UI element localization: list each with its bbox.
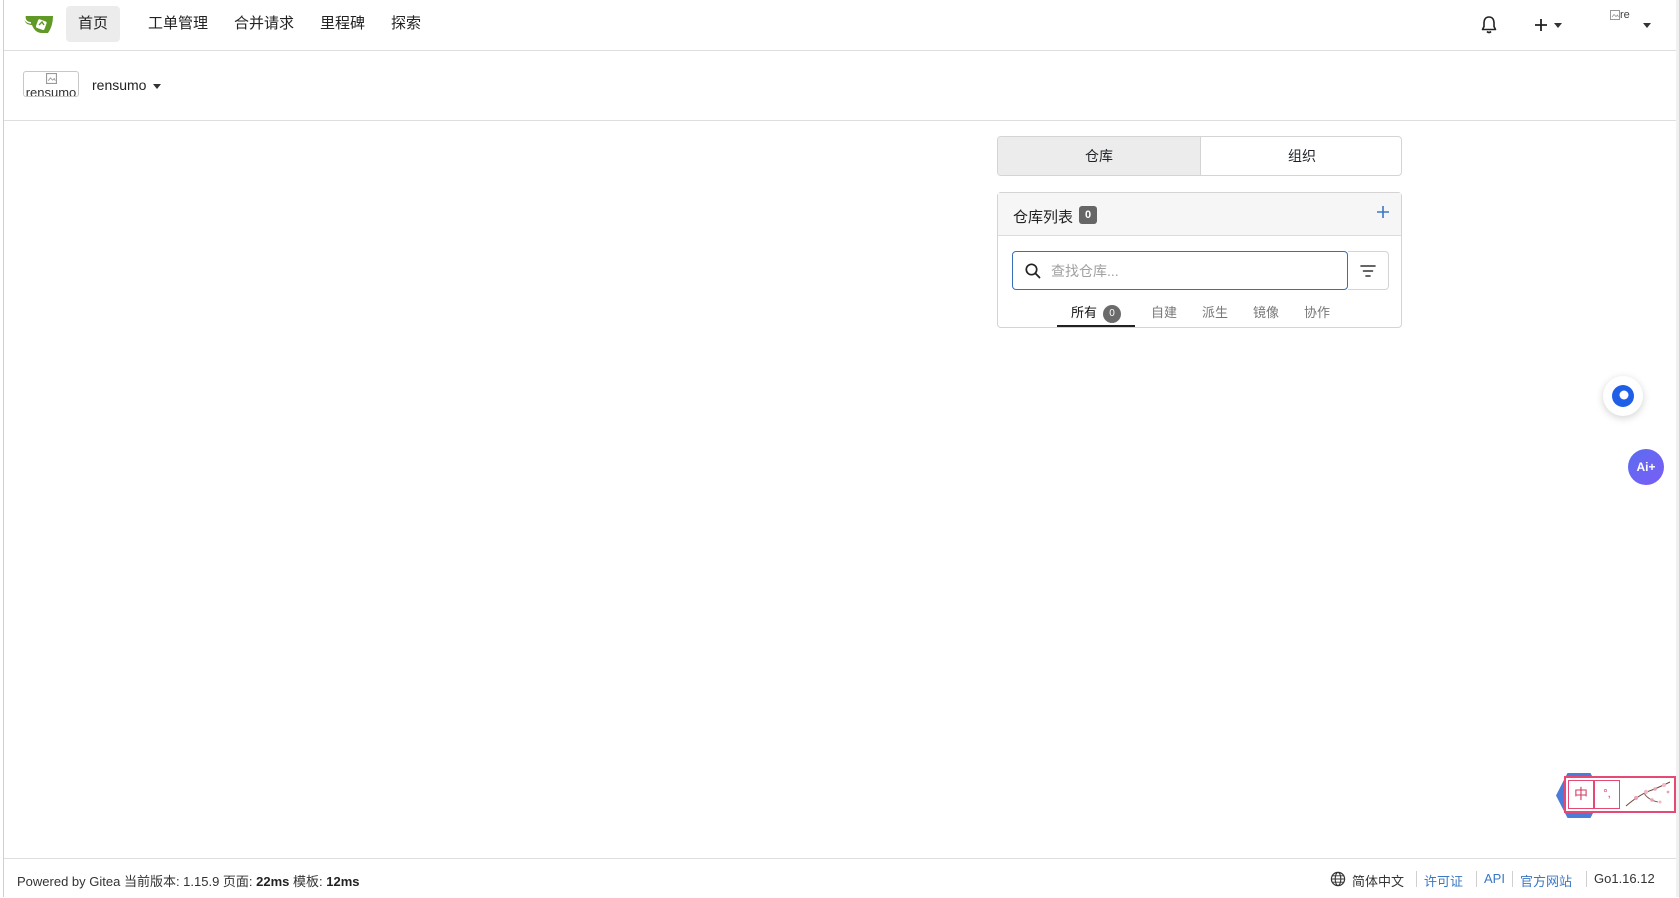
ime-panel: 中 °, (1564, 776, 1676, 813)
ime-chinese-mode[interactable]: 中 (1568, 780, 1594, 809)
plum-blossom-skin-icon (1625, 781, 1671, 807)
footer-divider (1476, 871, 1477, 887)
filter-tab-mirrors[interactable]: 镜像 (1253, 302, 1279, 324)
footer-page-time: 22ms (256, 874, 290, 889)
user-avatar-alt: r‌e (1620, 10, 1630, 21)
nav-milestones[interactable]: 里程碑 (308, 6, 377, 42)
globe-icon (1330, 871, 1346, 887)
repo-list-title: 仓库列表 (1013, 209, 1074, 226)
nav-pull-requests[interactable]: 合并请求 (222, 6, 306, 42)
footer-powered-text: Powered by Gitea 当前版本: 1.15.9 页面: (17, 874, 257, 889)
repo-type-filter-tabs: 所有 0 自建 派生 镜像 协作 (998, 299, 1401, 327)
add-repo-plus-icon[interactable] (1372, 201, 1394, 223)
ime-toolbar[interactable]: 中 °, (1556, 773, 1676, 818)
page: 首页 工单管理 合并请求 里程碑 探索 r‌e r (0, 0, 1679, 898)
repo-filter-button[interactable] (1348, 251, 1389, 290)
chat-bubble-icon (1612, 385, 1634, 407)
footer-template-label: 模板: (289, 874, 327, 889)
broken-image-icon (1610, 10, 1620, 20)
window-left-edge (3, 0, 4, 897)
repo-search-box[interactable] (1012, 251, 1348, 290)
floating-chat-button[interactable] (1603, 376, 1643, 416)
plus-icon (1535, 19, 1547, 31)
repo-list-header: 仓库列表 0 (998, 193, 1401, 236)
footer-divider (1586, 871, 1587, 887)
repo-count-badge: 0 (1079, 206, 1097, 224)
filter-tab-forks[interactable]: 派生 (1202, 302, 1228, 324)
footer-powered-by: Powered by Gitea 当前版本: 1.15.9 页面: 22ms 模… (17, 871, 360, 890)
context-username: rensumo (92, 77, 147, 93)
nav-issues[interactable]: 工单管理 (136, 6, 220, 42)
official-website-link[interactable]: 官方网站 (1520, 871, 1572, 890)
repo-list-panel: 仓库列表 0 所有 0 自建 派生 镜像 协作 (997, 192, 1402, 328)
ime-punctuation-mode[interactable]: °, (1594, 780, 1620, 809)
footer-divider (1512, 871, 1513, 887)
floating-ai-assistant-button[interactable]: Ai+ (1628, 449, 1664, 485)
user-menu-chevron-icon[interactable] (1643, 23, 1651, 28)
tab-repositories[interactable]: 仓库 (998, 137, 1200, 175)
gitea-logo-icon[interactable] (22, 10, 56, 38)
create-new-dropdown[interactable] (1532, 14, 1568, 36)
nav-home[interactable]: 首页 (66, 6, 121, 42)
search-icon (1025, 263, 1041, 279)
go-version: Go1.16.12 (1594, 871, 1655, 886)
filter-all-count-badge: 0 (1103, 304, 1122, 323)
dashboard-switch-tabs: 仓库 组织 (997, 136, 1402, 176)
active-tab-underline (1057, 325, 1135, 327)
tab-organizations[interactable]: 组织 (1201, 137, 1401, 175)
context-avatar[interactable]: rensumo (23, 71, 79, 97)
filter-tab-owned[interactable]: 自建 (1151, 302, 1177, 324)
chevron-down-icon (153, 83, 162, 89)
context-avatar-alt: rensumo (25, 85, 77, 97)
repo-search-input[interactable] (1051, 256, 1341, 285)
language-selector[interactable]: 简体中文 (1352, 871, 1404, 890)
top-navbar: 首页 工单管理 合并请求 里程碑 探索 r‌e (4, 0, 1676, 51)
user-avatar[interactable]: r‌e (1610, 10, 1638, 36)
dashboard-context-bar: rensumo rensumo (4, 51, 1676, 121)
footer-divider (1416, 871, 1417, 887)
api-link[interactable]: API (1484, 871, 1505, 886)
footer-template-time: 12ms (326, 874, 360, 889)
broken-image-icon (45, 73, 57, 84)
license-link[interactable]: 许可证 (1424, 871, 1463, 890)
nav-explore[interactable]: 探索 (379, 6, 433, 42)
filter-tab-collaborative[interactable]: 协作 (1304, 302, 1330, 324)
page-footer: Powered by Gitea 当前版本: 1.15.9 页面: 22ms 模… (4, 858, 1676, 898)
filter-icon (1360, 265, 1376, 277)
notification-bell-icon[interactable] (1478, 14, 1500, 36)
chevron-down-icon (1554, 23, 1562, 28)
filter-tab-all-label: 所有 (1071, 305, 1098, 320)
filter-tab-all[interactable]: 所有 0 (1071, 302, 1122, 324)
context-user-switcher[interactable]: rensumo (92, 77, 162, 93)
